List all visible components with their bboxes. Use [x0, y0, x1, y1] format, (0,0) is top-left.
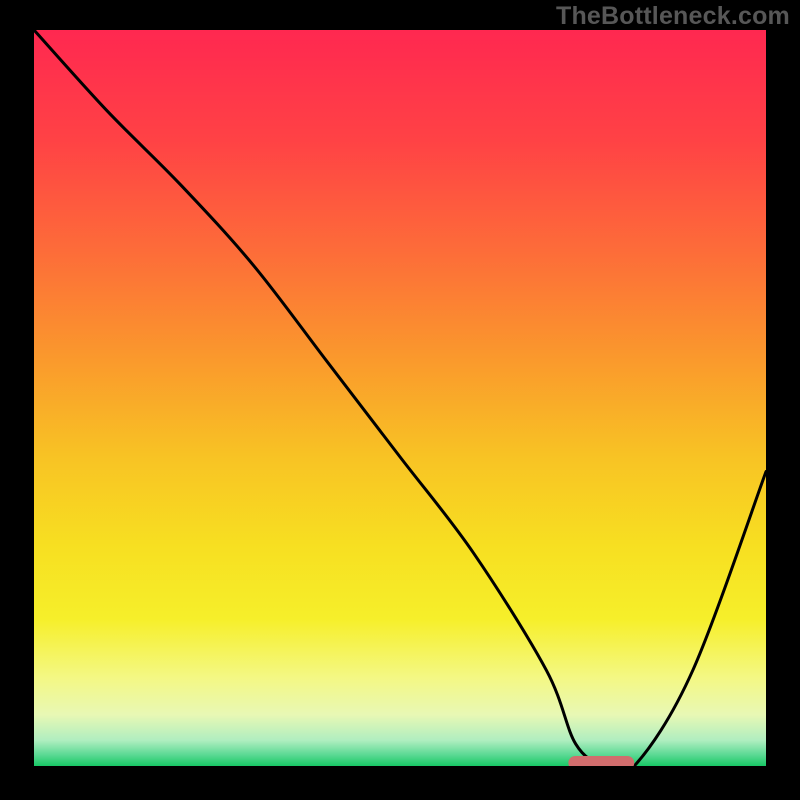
plot-svg	[34, 30, 766, 766]
chart-frame: TheBottleneck.com	[0, 0, 800, 800]
bottleneck-plot	[34, 30, 766, 766]
watermark-text: TheBottleneck.com	[556, 2, 790, 31]
optimal-marker	[568, 756, 634, 766]
gradient-background	[34, 30, 766, 766]
